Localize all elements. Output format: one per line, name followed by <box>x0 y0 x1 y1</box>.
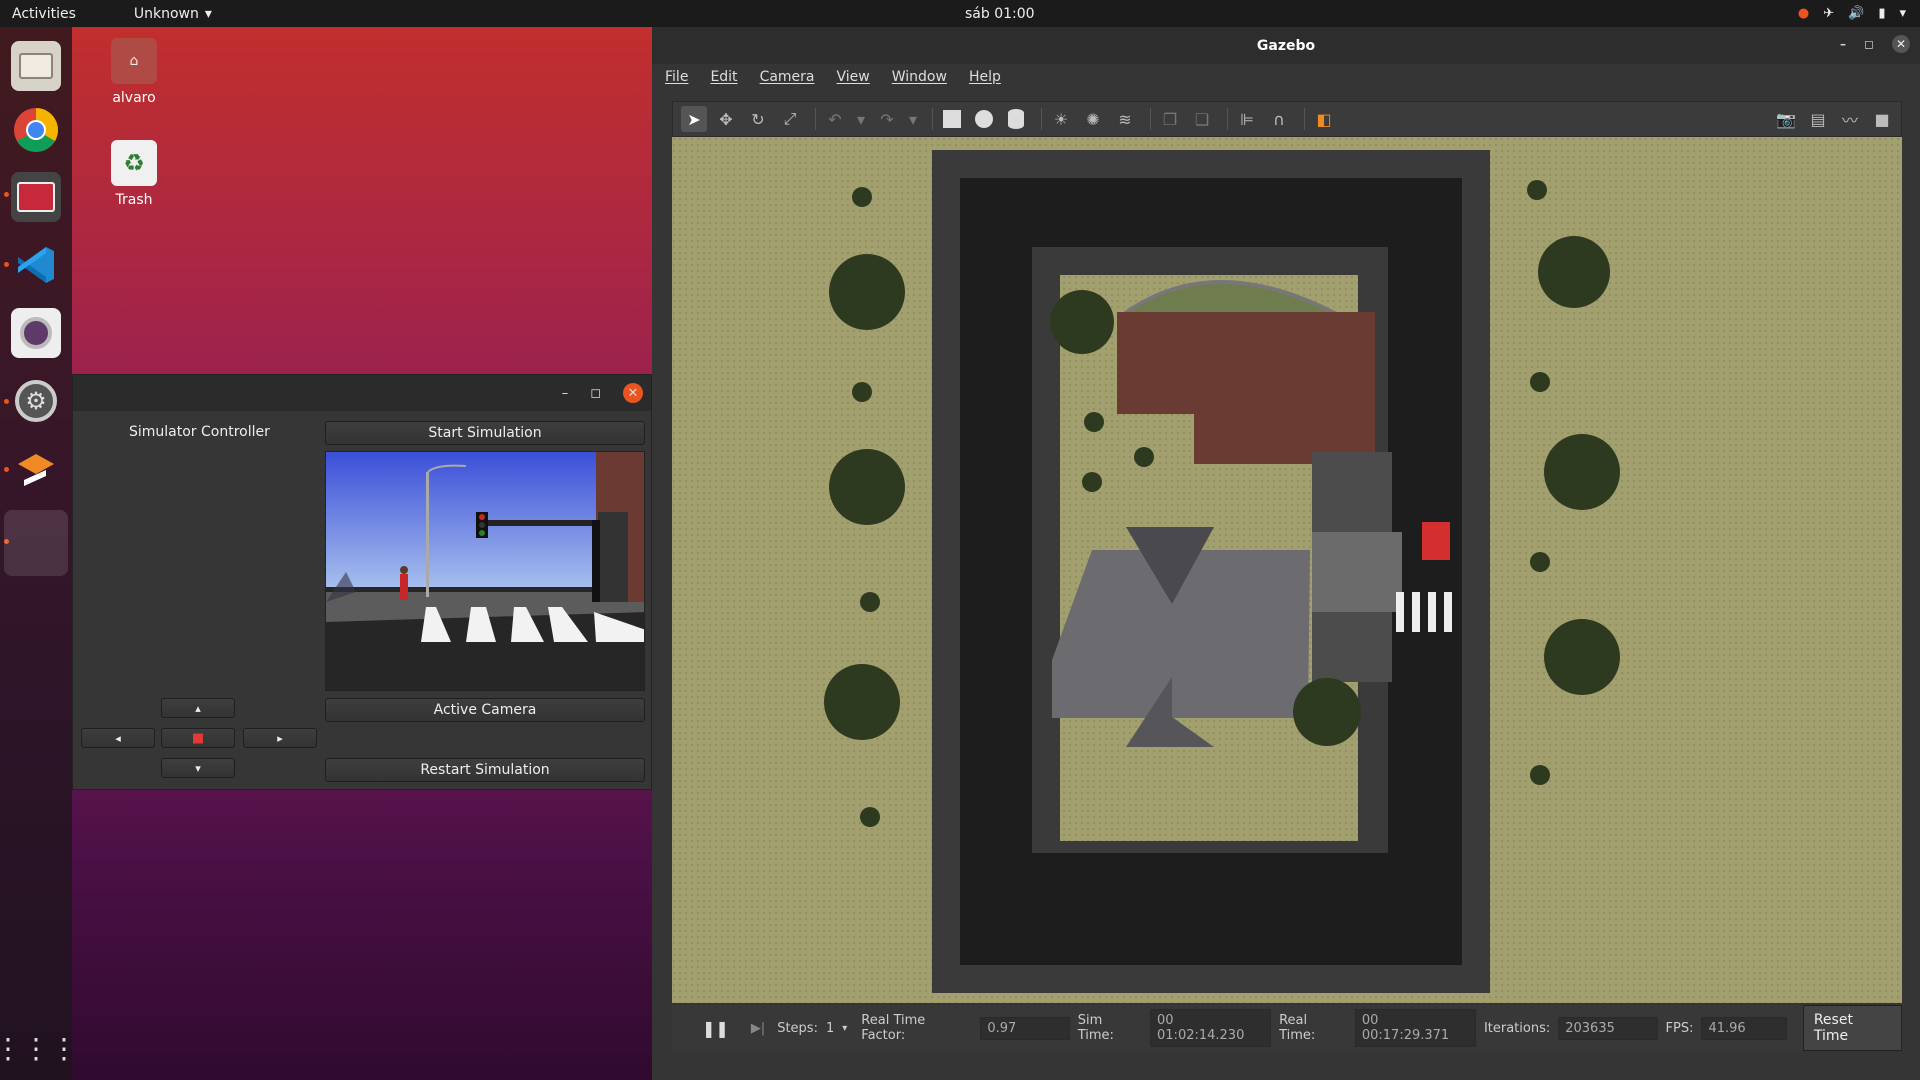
activities-button[interactable]: Activities <box>12 6 76 22</box>
align-icon[interactable]: ⊫ <box>1234 106 1260 132</box>
video-record-icon[interactable]: ■ <box>1869 106 1895 132</box>
home-folder-icon: ⌂ <box>111 38 157 84</box>
window-titlebar: – ◻ ✕ <box>73 375 651 411</box>
menu-view[interactable]: View <box>837 69 870 85</box>
chevron-down-icon[interactable]: ▾ <box>906 106 920 132</box>
steps-value[interactable]: 1 <box>826 1021 834 1036</box>
maximize-button[interactable]: ◻ <box>590 386 601 401</box>
system-tray[interactable]: ● ✈ 🔊 ▮ ▾ <box>1798 6 1906 21</box>
files-icon[interactable] <box>11 41 61 91</box>
gazebo-status-bar: ❚❚ ▶| Steps: 1 ▾ Real Time Factor: 0.97 … <box>672 1005 1902 1051</box>
stop-button[interactable]: ■ <box>161 728 235 748</box>
close-button[interactable]: ✕ <box>1892 35 1910 53</box>
up-arrow-button[interactable]: ▴ <box>161 698 235 718</box>
menu-window[interactable]: Window <box>892 69 947 85</box>
minimize-button[interactable]: – <box>562 386 569 401</box>
scale-mode-icon[interactable]: ⤢ <box>777 106 803 132</box>
camera-app-icon[interactable] <box>11 308 61 358</box>
airplane-icon: ✈ <box>1823 6 1835 21</box>
real-time-value: 00 00:17:29.371 <box>1354 1009 1476 1047</box>
app-menu[interactable]: Unknown ▾ <box>134 6 212 22</box>
chevron-down-icon[interactable]: ▾ <box>854 106 868 132</box>
right-arrow-button[interactable]: ▸ <box>243 728 317 748</box>
menu-camera[interactable]: Camera <box>760 69 815 85</box>
menu-edit[interactable]: Edit <box>710 69 737 85</box>
terminal-like-app-icon[interactable] <box>11 172 61 222</box>
gazebo-window: Gazebo – ◻ ✕ File Edit Camera View Windo… <box>652 27 1920 1080</box>
iterations-value: 203635 <box>1558 1016 1658 1040</box>
sphere-shape-icon[interactable] <box>971 106 997 132</box>
top-bar: Activities Unknown ▾ sáb 01:00 ● ✈ 🔊 ▮ ▾ <box>0 0 1920 27</box>
plot-icon[interactable]: 〰 <box>1837 106 1863 132</box>
real-time-factor-value: 0.97 <box>980 1016 1070 1040</box>
spot-light-icon[interactable]: ✺ <box>1080 106 1106 132</box>
fps-label: FPS: <box>1665 1020 1694 1036</box>
home-folder-label: alvaro <box>112 90 156 106</box>
home-folder-desktop-icon[interactable]: ⌂ alvaro <box>89 38 179 106</box>
screenshot-icon[interactable]: 📷 <box>1773 106 1799 132</box>
down-arrow-button[interactable]: ▾ <box>161 758 235 778</box>
directional-light-icon[interactable]: ≋ <box>1112 106 1138 132</box>
redo-icon[interactable]: ↷ <box>874 106 900 132</box>
snap-icon[interactable]: ∩ <box>1266 106 1292 132</box>
translate-mode-icon[interactable]: ✥ <box>713 106 739 132</box>
reset-time-button[interactable]: Reset Time <box>1802 1005 1902 1051</box>
cylinder-shape-icon[interactable] <box>1003 106 1029 132</box>
record-icon: ● <box>1797 6 1810 21</box>
paste-icon[interactable]: ❏ <box>1189 106 1215 132</box>
menu-bar: File Edit Camera View Window Help <box>652 64 1920 90</box>
iterations-label: Iterations: <box>1483 1020 1551 1036</box>
gazebo-app-icon[interactable] <box>11 445 61 495</box>
fps-value: 41.96 <box>1701 1016 1787 1040</box>
start-simulation-button[interactable]: Start Simulation <box>325 421 645 445</box>
trash-icon: ♻ <box>111 140 157 186</box>
close-button[interactable]: ✕ <box>623 383 643 403</box>
gazebo-toolbar: ➤ ✥ ↻ ⤢ ↶ ▾ ↷ ▾ ☀ ✺ ≋ ❐ ❏ ⊫ ∩ ◧ 📷 ▤ 〰 ■ <box>672 101 1902 137</box>
active-window-icon[interactable] <box>4 510 68 576</box>
dock: ⚙ ⋮⋮⋮ <box>0 27 78 1080</box>
restart-simulation-button[interactable]: Restart Simulation <box>325 758 645 782</box>
camera-feed <box>325 451 645 691</box>
simulator-heading: Simulator Controller <box>129 424 270 440</box>
left-arrow-button[interactable]: ◂ <box>81 728 155 748</box>
volume-icon: 🔊 <box>1848 6 1865 21</box>
gazebo-title: Gazebo <box>1256 37 1316 54</box>
minimize-button[interactable]: – <box>1840 37 1846 51</box>
maximize-button[interactable]: ◻ <box>1864 37 1874 51</box>
sim-time-value: 00 01:02:14.230 <box>1150 1009 1272 1047</box>
copy-icon[interactable]: ❐ <box>1157 106 1183 132</box>
trash-label: Trash <box>115 192 153 208</box>
trash-desktop-icon[interactable]: ♻ Trash <box>89 140 179 208</box>
chevron-down-icon: ▾ <box>1899 6 1906 21</box>
real-time-factor-label: Real Time Factor: <box>861 1013 926 1043</box>
3d-scene-viewport[interactable] <box>672 137 1902 1003</box>
app-menu-label: Unknown <box>133 5 199 22</box>
change-view-icon[interactable]: ◧ <box>1311 106 1337 132</box>
sim-time-label: Sim Time: <box>1077 1013 1114 1043</box>
active-camera-button[interactable]: Active Camera <box>325 698 645 722</box>
step-icon[interactable]: ▶| <box>751 1021 765 1036</box>
rotate-mode-icon[interactable]: ↻ <box>745 106 771 132</box>
chevron-down-icon: ▾ <box>204 5 212 22</box>
menu-help[interactable]: Help <box>969 69 1001 85</box>
settings-icon[interactable]: ⚙ <box>11 376 61 426</box>
vscode-icon[interactable] <box>11 240 61 290</box>
battery-icon: ▮ <box>1878 6 1886 21</box>
chevron-down-icon[interactable]: ▾ <box>842 1023 847 1034</box>
point-light-icon[interactable]: ☀ <box>1048 106 1074 132</box>
undo-icon[interactable]: ↶ <box>822 106 848 132</box>
clock[interactable]: sáb 01:00 <box>965 6 1035 22</box>
gazebo-titlebar: Gazebo – ◻ ✕ <box>652 27 1920 64</box>
log-icon[interactable]: ▤ <box>1805 106 1831 132</box>
chrome-icon[interactable] <box>11 105 61 155</box>
real-time-label: Real Time: <box>1279 1013 1316 1043</box>
apps-grid-icon[interactable]: ⋮⋮⋮ <box>0 1023 78 1073</box>
box-shape-icon[interactable] <box>939 106 965 132</box>
pause-icon[interactable]: ❚❚ <box>702 1019 729 1038</box>
steps-label: Steps: <box>777 1020 818 1036</box>
select-mode-icon[interactable]: ➤ <box>681 106 707 132</box>
menu-file[interactable]: File <box>665 69 688 85</box>
simulator-controller-window: – ◻ ✕ Simulator Controller Start Simulat… <box>72 374 652 790</box>
